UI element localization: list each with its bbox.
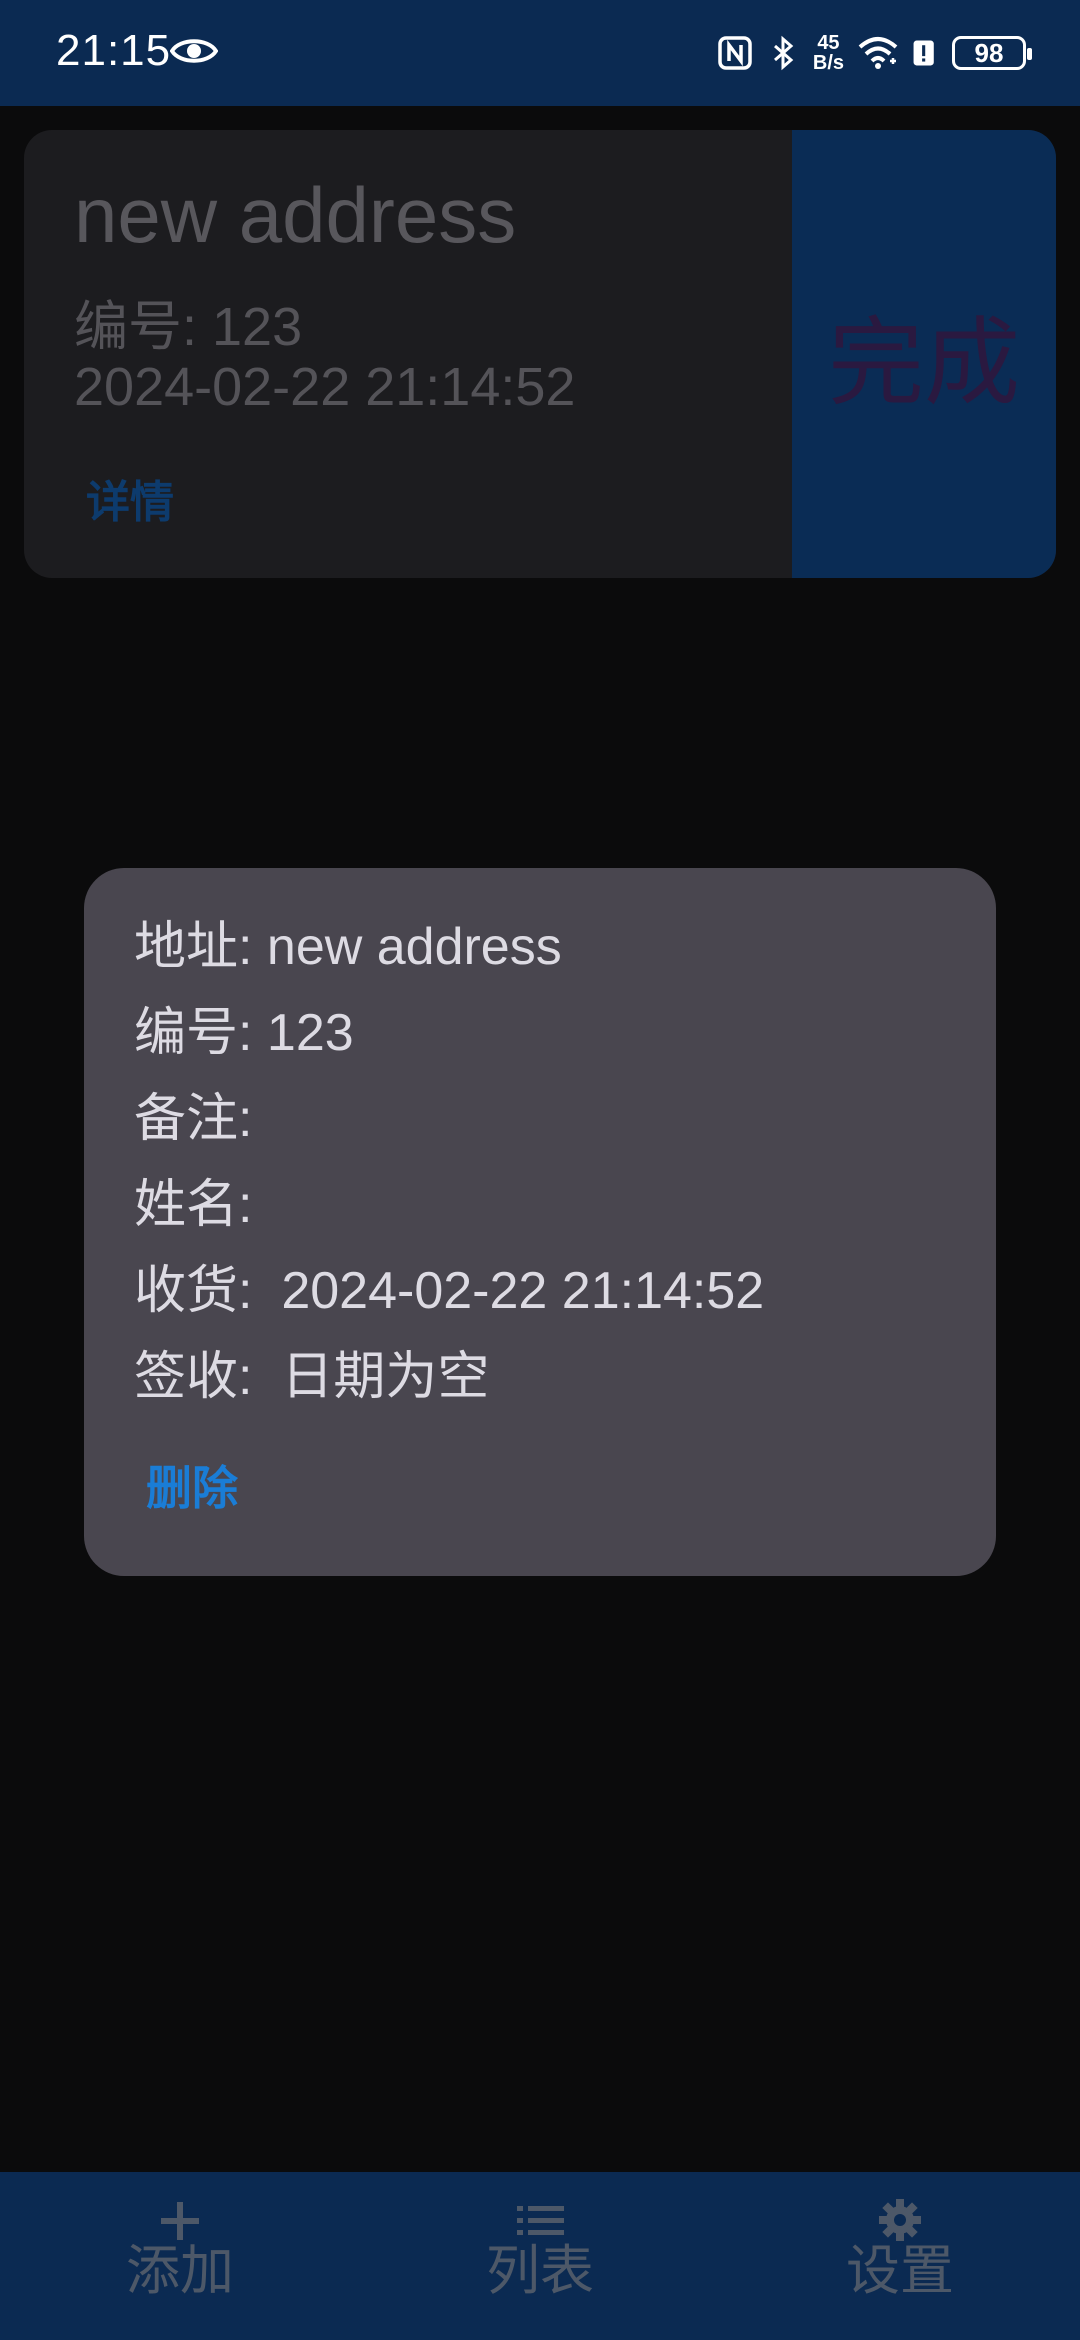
delete-button[interactable]: 删除 xyxy=(146,1452,238,1518)
record-title: new address xyxy=(74,171,517,259)
net-speed-value: 45 xyxy=(817,32,840,54)
detail-button[interactable]: 详情 xyxy=(86,466,174,530)
detail-dialog: 地址: new address 编号: 123 备注: 姓名: 收货: 2024… xyxy=(84,868,996,1576)
battery-icon: 98 xyxy=(952,36,1032,70)
dialog-received: 收货: 2024-02-22 21:14:52 xyxy=(134,1262,765,1320)
nav-item-list[interactable]: 列表 xyxy=(360,2172,720,2340)
bluetooth-icon xyxy=(773,35,794,71)
dialog-number: 编号: 123 xyxy=(134,1004,354,1062)
eye-icon xyxy=(170,39,218,63)
dialog-note: 备注: xyxy=(134,1090,253,1148)
status-time: 21:15 xyxy=(56,26,172,75)
complete-label: 完成 xyxy=(828,309,1020,417)
status-bar: 21:15 45 B/s 98 xyxy=(0,0,1080,106)
battery-level: 98 xyxy=(974,37,1004,68)
status-icons: 45 B/s 98 xyxy=(717,26,1032,80)
complete-button[interactable]: 完成 xyxy=(792,130,1056,578)
dialog-name: 姓名: xyxy=(134,1176,253,1234)
nav-item-settings[interactable]: 设置 xyxy=(720,2172,1080,2340)
bottom-nav: 添加 列表 设置 xyxy=(0,2172,1080,2340)
nav-item-add[interactable]: 添加 xyxy=(0,2172,360,2340)
record-date: 2024-02-22 21:14:52 xyxy=(74,357,576,417)
list-icon xyxy=(517,2206,564,2235)
nav-label-settings: 设置 xyxy=(846,2241,954,2301)
wifi-icon xyxy=(858,37,898,69)
record-card[interactable]: new address 编号: 123 2024-02-22 21:14:52 … xyxy=(24,130,1056,578)
dialog-signed: 签收: 日期为空 xyxy=(134,1348,490,1406)
record-number: 编号: 123 xyxy=(74,297,303,357)
dialog-address: 地址: new address xyxy=(134,918,562,976)
gear-icon xyxy=(879,2199,921,2241)
net-speed: 45 B/s xyxy=(813,33,844,73)
nfc-icon xyxy=(718,36,752,70)
net-speed-unit: B/s xyxy=(812,52,844,74)
alert-icon xyxy=(913,40,934,66)
plus-icon xyxy=(161,2202,199,2240)
nav-label-list: 列表 xyxy=(486,2241,594,2301)
nav-label-add: 添加 xyxy=(126,2241,234,2301)
